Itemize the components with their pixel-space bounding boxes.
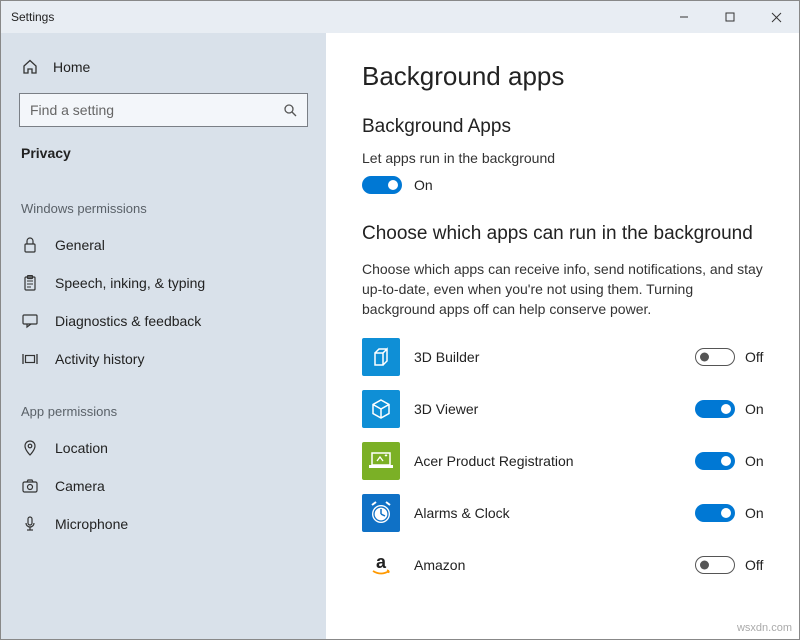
app-name: 3D Viewer	[414, 401, 681, 417]
app-toggle-wrap: Off	[695, 348, 769, 366]
home-icon	[21, 59, 39, 75]
nav-label: Camera	[55, 478, 105, 494]
home-label: Home	[53, 59, 90, 75]
window-title: Settings	[11, 10, 54, 24]
history-icon	[21, 352, 39, 366]
home-link[interactable]: Home	[1, 51, 326, 93]
app-toggle-state: On	[745, 401, 769, 417]
minimize-icon	[679, 12, 689, 22]
app-toggle-wrap: Off	[695, 556, 769, 574]
feedback-icon	[21, 313, 39, 329]
app-toggle[interactable]	[695, 348, 735, 366]
maximize-icon	[725, 12, 735, 22]
minimize-button[interactable]	[661, 1, 707, 33]
nav-label: Activity history	[55, 351, 144, 367]
window-body: Home Privacy Windows permissions General	[1, 33, 799, 639]
nav-camera[interactable]: Camera	[1, 467, 326, 505]
group-app-permissions: App permissions	[1, 378, 326, 429]
watermark: wsxdn.com	[737, 622, 792, 634]
app-list: 3D Builder Off 3D Viewer On	[362, 338, 769, 584]
app-name: Alarms & Clock	[414, 505, 681, 521]
app-icon-amazon: a	[362, 546, 400, 584]
toggle-knob	[700, 352, 709, 361]
search-input[interactable]	[30, 102, 283, 118]
nav-label: Location	[55, 440, 108, 456]
toggle-knob	[721, 456, 731, 466]
app-toggle[interactable]	[695, 556, 735, 574]
app-icon-3d-builder	[362, 338, 400, 376]
toggle-knob	[721, 508, 731, 518]
app-toggle-state: Off	[745, 557, 769, 573]
close-button[interactable]	[753, 1, 799, 33]
window-buttons	[661, 1, 799, 33]
nav-label: Speech, inking, & typing	[55, 275, 205, 291]
master-toggle-row: On	[362, 176, 769, 194]
close-icon	[771, 12, 782, 23]
main-content: Background apps Background Apps Let apps…	[326, 33, 799, 639]
app-row-acer-product-registration: Acer Product Registration On	[362, 442, 769, 480]
settings-window: Settings Home	[0, 0, 800, 640]
master-toggle-label: Let apps run in the background	[362, 150, 769, 166]
section-heading-choose-apps: Choose which apps can run in the backgro…	[362, 222, 769, 247]
sidebar: Home Privacy Windows permissions General	[1, 33, 326, 639]
app-toggle-state: Off	[745, 349, 769, 365]
app-name: Amazon	[414, 557, 681, 573]
toggle-knob	[388, 180, 398, 190]
app-toggle[interactable]	[695, 400, 735, 418]
nav-label: General	[55, 237, 105, 253]
search-icon	[283, 103, 297, 117]
app-row-3d-viewer: 3D Viewer On	[362, 390, 769, 428]
category-label: Privacy	[1, 141, 326, 175]
app-toggle-wrap: On	[695, 400, 769, 418]
nav-label: Microphone	[55, 516, 128, 532]
location-icon	[21, 440, 39, 456]
svg-text:a: a	[376, 552, 387, 572]
lock-icon	[21, 237, 39, 253]
app-name: Acer Product Registration	[414, 453, 681, 469]
nav-general[interactable]: General	[1, 226, 326, 264]
nav-label: Diagnostics & feedback	[55, 313, 201, 329]
app-toggle[interactable]	[695, 452, 735, 470]
camera-icon	[21, 479, 39, 493]
group-windows-permissions: Windows permissions	[1, 175, 326, 226]
toggle-knob	[721, 404, 731, 414]
search-box[interactable]	[19, 93, 308, 127]
app-icon-3d-viewer	[362, 390, 400, 428]
nav-microphone[interactable]: Microphone	[1, 505, 326, 543]
master-toggle[interactable]	[362, 176, 402, 194]
app-row-amazon: a Amazon Off	[362, 546, 769, 584]
app-toggle-wrap: On	[695, 452, 769, 470]
app-toggle-state: On	[745, 453, 769, 469]
app-row-3d-builder: 3D Builder Off	[362, 338, 769, 376]
section-description: Choose which apps can receive info, send…	[362, 259, 769, 320]
master-toggle-state: On	[414, 177, 438, 193]
nav-location[interactable]: Location	[1, 429, 326, 467]
section-heading-background-apps: Background Apps	[362, 116, 769, 138]
app-name: 3D Builder	[414, 349, 681, 365]
app-icon-alarms-clock	[362, 494, 400, 532]
nav-speech-inking-typing[interactable]: Speech, inking, & typing	[1, 264, 326, 302]
app-toggle-wrap: On	[695, 504, 769, 522]
app-icon-acer	[362, 442, 400, 480]
app-row-alarms-clock: Alarms & Clock On	[362, 494, 769, 532]
maximize-button[interactable]	[707, 1, 753, 33]
titlebar: Settings	[1, 1, 799, 33]
toggle-knob	[700, 560, 709, 569]
app-toggle-state: On	[745, 505, 769, 521]
nav-diagnostics-feedback[interactable]: Diagnostics & feedback	[1, 302, 326, 340]
microphone-icon	[21, 516, 39, 532]
clipboard-icon	[21, 275, 39, 291]
page-title: Background apps	[362, 61, 769, 92]
nav-activity-history[interactable]: Activity history	[1, 340, 326, 378]
app-toggle[interactable]	[695, 504, 735, 522]
